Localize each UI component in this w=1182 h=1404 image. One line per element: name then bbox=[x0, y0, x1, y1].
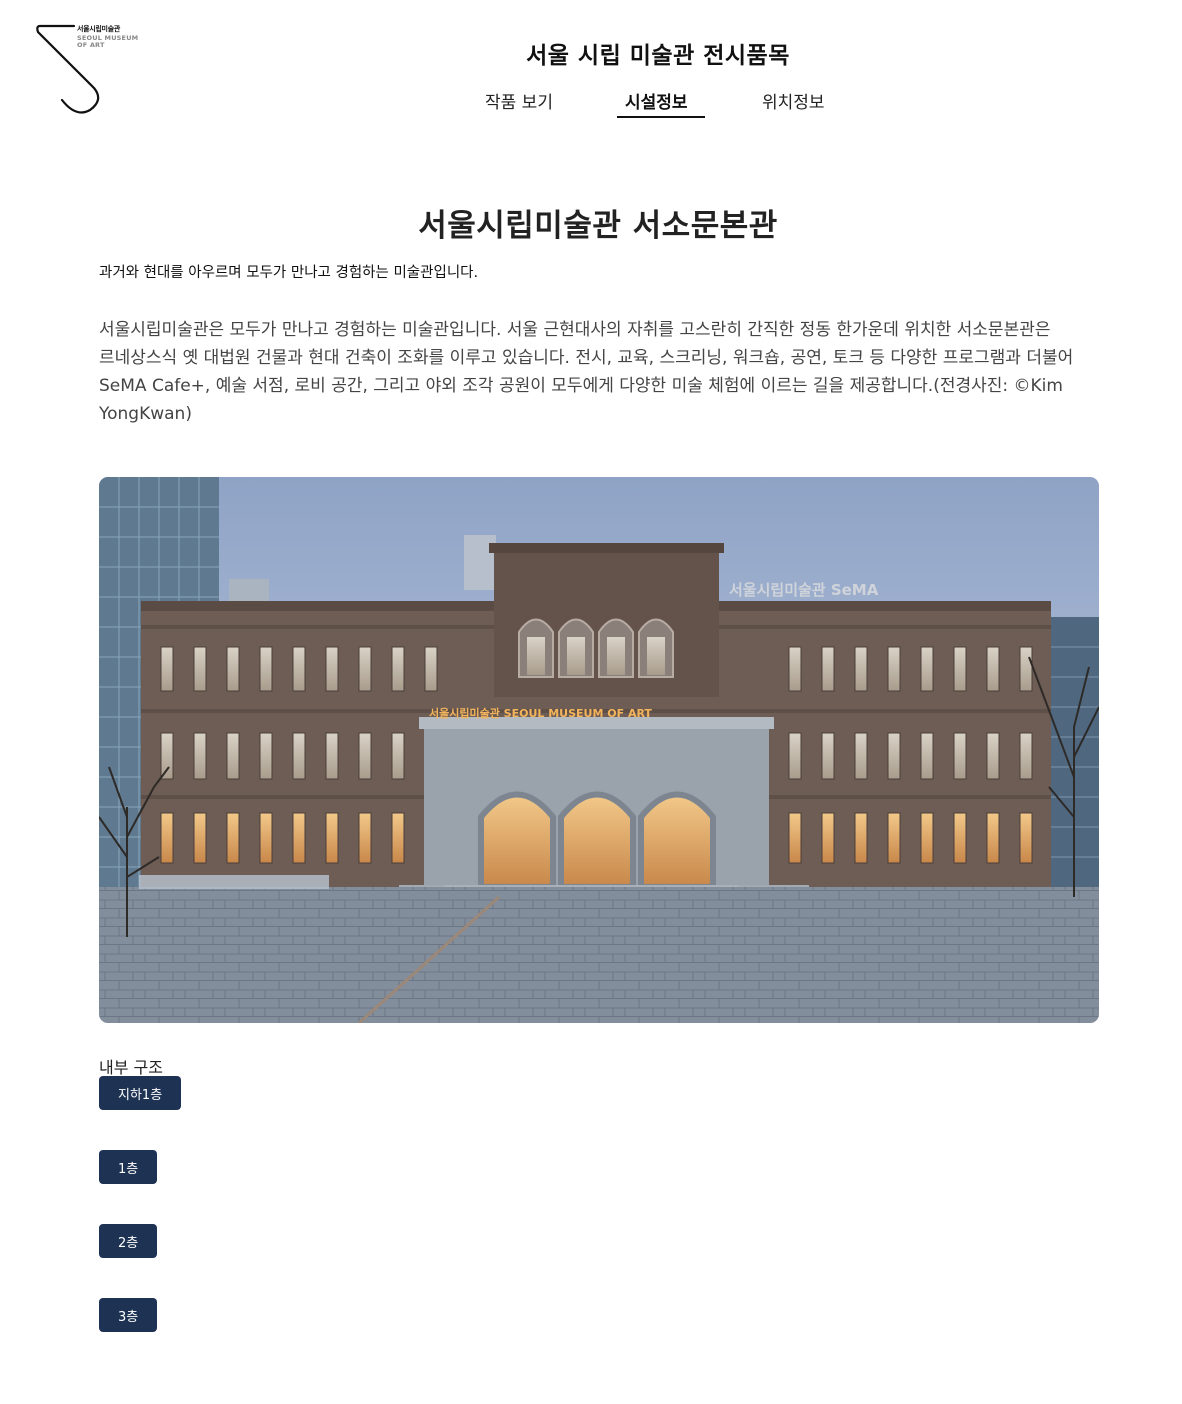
page: 서울시립미술관 SEOUL MUSEUM OF ART 서울 시립 미술관 전시… bbox=[0, 0, 1182, 1404]
museum-photo: 서울시립미술관 SeMA 서울시립미술관 SEOUL MUSEUM OF ART bbox=[99, 477, 1099, 1023]
floor-button-2f[interactable]: 2층 bbox=[99, 1224, 158, 1258]
floor-button-b1[interactable]: 지하1층 bbox=[99, 1076, 182, 1110]
nav-item-facilities[interactable]: 시설정보 bbox=[625, 88, 688, 113]
facade-sign-text: 서울시립미술관 SEOUL MUSEUM OF ART bbox=[429, 706, 652, 720]
structure-section-label: 내부 구조 bbox=[99, 1058, 163, 1077]
roof-sign-text: 서울시립미술관 SeMA bbox=[729, 581, 879, 599]
nav-active-underline bbox=[617, 116, 705, 118]
main-nav: 작품 보기 시설정보 위치정보 bbox=[0, 88, 1182, 120]
nav-item-location[interactable]: 위치정보 bbox=[762, 88, 825, 113]
logo-text-kr: 서울시립미술관 bbox=[77, 25, 120, 33]
page-title: 서울시립미술관 서소문본관 bbox=[418, 208, 778, 244]
site-title: 서울 시립 미술관 전시품목 bbox=[526, 43, 790, 69]
description-text: 서울시립미술관은 모두가 만나고 경험하는 미술관입니다. 서울 근현대사의 자… bbox=[99, 320, 1074, 424]
floor-button-3f[interactable]: 3층 bbox=[99, 1298, 158, 1332]
nav-item-artworks[interactable]: 작품 보기 bbox=[485, 88, 553, 113]
page-subtitle: 과거와 현대를 아우르며 모두가 만나고 경험하는 미술관입니다. bbox=[99, 265, 479, 281]
floor-button-1f[interactable]: 1층 bbox=[99, 1150, 158, 1184]
